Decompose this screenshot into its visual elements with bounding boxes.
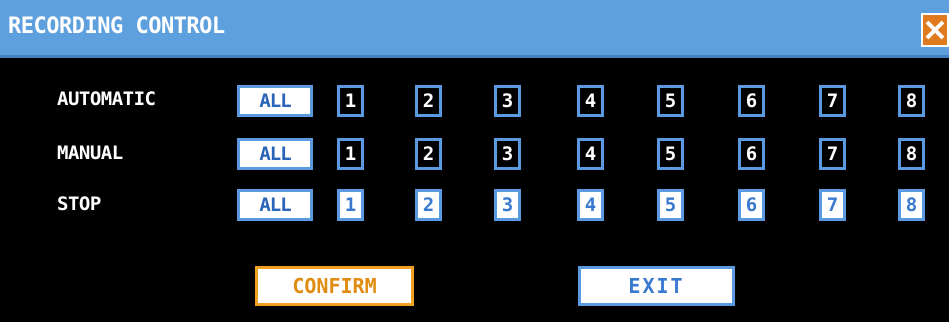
stop-channel-6[interactable]: 6 bbox=[738, 189, 765, 221]
manual-channel-1[interactable]: 1 bbox=[337, 138, 364, 170]
row-label-stop: STOP bbox=[57, 193, 101, 215]
automatic-channel-8[interactable]: 8 bbox=[898, 85, 925, 117]
window-title: RECORDING CONTROL bbox=[8, 14, 225, 39]
manual-channel-3[interactable]: 3 bbox=[494, 138, 521, 170]
automatic-channel-4[interactable]: 4 bbox=[577, 85, 604, 117]
stop-channel-4[interactable]: 4 bbox=[577, 189, 604, 221]
stop-channel-7[interactable]: 7 bbox=[819, 189, 846, 221]
stop-all-button[interactable]: ALL bbox=[237, 189, 313, 221]
manual-channel-6[interactable]: 6 bbox=[738, 138, 765, 170]
row-label-manual: MANUAL bbox=[57, 142, 123, 164]
automatic-channel-2[interactable]: 2 bbox=[415, 85, 442, 117]
manual-channel-8[interactable]: 8 bbox=[898, 138, 925, 170]
title-bar: RECORDING CONTROL bbox=[0, 0, 949, 58]
stop-channel-2[interactable]: 2 bbox=[415, 189, 442, 221]
automatic-channel-6[interactable]: 6 bbox=[738, 85, 765, 117]
manual-channel-7[interactable]: 7 bbox=[819, 138, 846, 170]
close-button[interactable] bbox=[921, 13, 949, 47]
automatic-channel-5[interactable]: 5 bbox=[657, 85, 684, 117]
automatic-all-button[interactable]: ALL bbox=[237, 85, 313, 117]
automatic-channel-1[interactable]: 1 bbox=[337, 85, 364, 117]
stop-channel-5[interactable]: 5 bbox=[657, 189, 684, 221]
automatic-channel-3[interactable]: 3 bbox=[494, 85, 521, 117]
manual-channel-2[interactable]: 2 bbox=[415, 138, 442, 170]
automatic-channel-7[interactable]: 7 bbox=[819, 85, 846, 117]
stop-channel-1[interactable]: 1 bbox=[337, 189, 364, 221]
confirm-button[interactable]: CONFIRM bbox=[255, 266, 414, 306]
stop-channel-3[interactable]: 3 bbox=[494, 189, 521, 221]
manual-all-button[interactable]: ALL bbox=[237, 138, 313, 170]
manual-channel-4[interactable]: 4 bbox=[577, 138, 604, 170]
stop-channel-8[interactable]: 8 bbox=[898, 189, 925, 221]
row-label-automatic: AUTOMATIC bbox=[57, 88, 156, 110]
exit-button[interactable]: EXIT bbox=[578, 266, 735, 306]
close-icon bbox=[923, 15, 947, 45]
manual-channel-5[interactable]: 5 bbox=[657, 138, 684, 170]
